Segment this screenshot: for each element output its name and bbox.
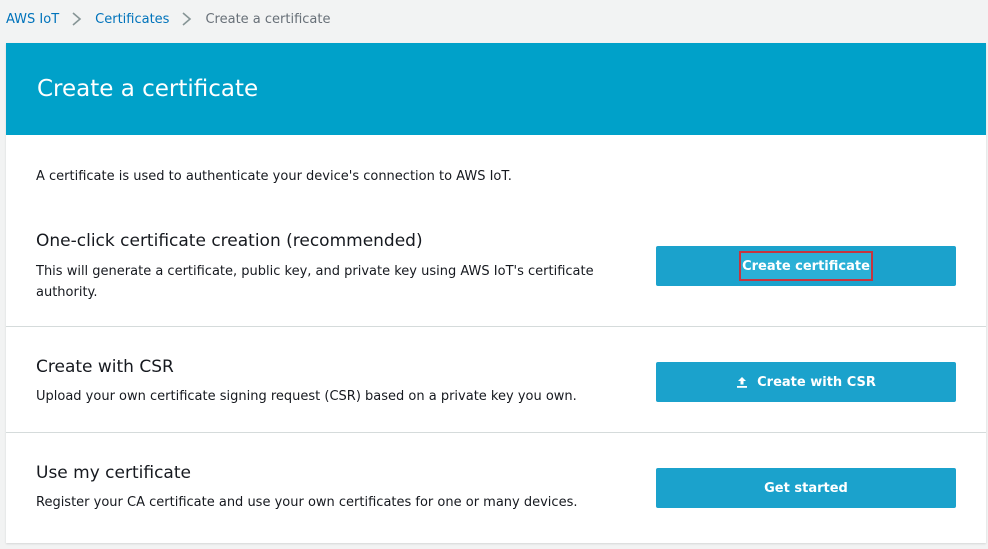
- use-my-certificate-title: Use my certificate: [36, 463, 191, 483]
- divider: [6, 326, 986, 327]
- breadcrumb: AWS IoT Certificates Create a certificat…: [6, 10, 331, 28]
- create-certificate-label: Create certificate: [742, 258, 870, 274]
- chevron-right-icon: [67, 11, 87, 27]
- divider: [6, 432, 986, 433]
- chevron-right-icon: [177, 11, 197, 27]
- upload-icon: [736, 376, 748, 388]
- csr-title: Create with CSR: [36, 357, 174, 377]
- create-certificate-button[interactable]: Create certificate: [656, 246, 956, 286]
- get-started-label: Get started: [764, 480, 848, 496]
- breadcrumb-current: Create a certificate: [205, 11, 331, 27]
- breadcrumb-aws-iot[interactable]: AWS IoT: [6, 12, 59, 27]
- card-header: Create a certificate: [6, 43, 986, 135]
- intro-text: A certificate is used to authenticate yo…: [36, 169, 512, 184]
- one-click-title: One-click certificate creation (recommen…: [36, 231, 423, 251]
- create-certificate-highlight[interactable]: Create certificate: [739, 251, 873, 281]
- create-certificate-card: Create a certificate A certificate is us…: [6, 43, 986, 543]
- get-started-button[interactable]: Get started: [656, 468, 956, 508]
- breadcrumb-certificates[interactable]: Certificates: [95, 12, 169, 27]
- one-click-description: This will generate a certificate, public…: [36, 264, 594, 300]
- create-with-csr-button[interactable]: Create with CSR: [656, 362, 956, 402]
- create-with-csr-label: Create with CSR: [757, 374, 876, 390]
- csr-description: Upload your own certificate signing requ…: [36, 389, 577, 404]
- page-title: Create a certificate: [37, 76, 259, 102]
- use-my-certificate-description: Register your CA certificate and use you…: [36, 495, 578, 510]
